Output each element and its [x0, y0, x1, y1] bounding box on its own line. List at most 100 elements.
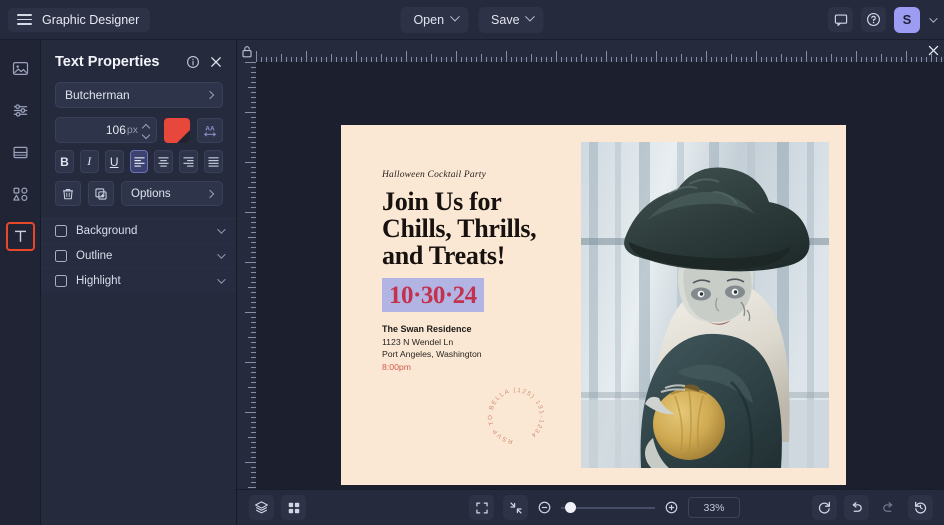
zoom-in-button[interactable]: [664, 500, 679, 515]
redo-button[interactable]: [876, 495, 901, 520]
svg-text:RSVP TO BELLA (125) 131-1234: RSVP TO BELLA (125) 131-1234: [487, 387, 545, 445]
delete-button[interactable]: [55, 181, 81, 206]
font-family-select[interactable]: Butcherman: [55, 82, 223, 108]
chevron-down-icon[interactable]: [217, 275, 226, 284]
letter-spacing-button[interactable]: AA: [197, 117, 223, 143]
ruler-tick: [248, 487, 256, 488]
ruler-tick: [431, 54, 432, 62]
font-size-input[interactable]: 106 px: [55, 117, 157, 143]
font-size-unit: px: [126, 124, 138, 136]
canvas-stage[interactable]: Halloween Cocktail Party Join Us for Chi…: [256, 62, 944, 489]
sidebar-item-text[interactable]: [5, 222, 35, 251]
chevron-down-icon[interactable]: [217, 250, 226, 259]
poster-date: 10·30·24: [389, 282, 477, 310]
align-center-icon: [158, 157, 169, 167]
sidebar-item-shapes[interactable]: [6, 180, 35, 209]
witch-costume-photo: [581, 142, 829, 468]
outline-checkbox[interactable]: [55, 250, 67, 262]
toggle-highlight[interactable]: Highlight: [41, 268, 236, 293]
align-right-button[interactable]: [179, 150, 199, 173]
fit-screen-button[interactable]: [469, 495, 494, 520]
layout-icon: [12, 146, 28, 159]
app-title: Graphic Designer: [42, 12, 140, 27]
chevron-down-icon[interactable]: [929, 13, 938, 23]
ruler-tick: [281, 54, 282, 62]
ruler-tick: [731, 54, 732, 62]
undo-button[interactable]: [844, 495, 869, 520]
close-ruler-button[interactable]: [925, 42, 942, 59]
underline-label: U: [109, 154, 119, 169]
poster-eyebrow[interactable]: Halloween Cocktail Party: [382, 170, 597, 180]
toggle-outline[interactable]: Outline: [41, 243, 236, 268]
chevron-down-icon: [449, 11, 460, 22]
grid-button[interactable]: [281, 495, 306, 520]
chevron-down-icon: [525, 11, 535, 22]
chevron-down-icon[interactable]: [217, 225, 226, 234]
comment-button[interactable]: [828, 7, 853, 32]
ruler-tick: [245, 412, 256, 413]
align-center-button[interactable]: [154, 150, 174, 173]
style-toggles-list: Background Outline Highlight: [41, 218, 236, 293]
layers-button[interactable]: [249, 495, 274, 520]
zoom-out-button[interactable]: [537, 500, 552, 515]
info-button[interactable]: [186, 55, 200, 69]
sidebar-item-layout[interactable]: [6, 138, 35, 167]
bold-button[interactable]: B: [55, 150, 74, 173]
ruler-tick: [456, 51, 457, 62]
ruler-tick: [248, 187, 256, 188]
top-bar-center: Open Save: [400, 6, 544, 33]
panel-title: Text Properties: [55, 54, 160, 70]
poster-photo[interactable]: [581, 142, 829, 468]
open-button[interactable]: Open: [400, 6, 469, 33]
underline-button[interactable]: U: [104, 150, 124, 173]
app-menu-button[interactable]: Graphic Designer: [8, 7, 151, 32]
poster-artboard[interactable]: Halloween Cocktail Party Join Us for Chi…: [341, 125, 846, 485]
align-justify-button[interactable]: [204, 150, 224, 173]
collapse-button[interactable]: [503, 495, 528, 520]
zoom-slider-handle[interactable]: [564, 501, 576, 513]
align-left-button[interactable]: [129, 150, 149, 173]
poster-headline[interactable]: Join Us for Chills, Thrills, and Treats!: [382, 188, 597, 269]
outline-label: Outline: [76, 250, 113, 262]
stepper-down-icon[interactable]: [143, 132, 150, 137]
image-icon: [12, 62, 28, 75]
stepper-up-icon[interactable]: [143, 124, 150, 129]
poster-address-block[interactable]: The Swan Residence 1123 N Wendel Ln Port…: [382, 324, 597, 372]
align-left-icon: [133, 157, 145, 167]
sidebar-item-adjust[interactable]: [6, 96, 35, 125]
font-size-stepper[interactable]: [143, 124, 153, 137]
zoom-level-input[interactable]: 33%: [688, 497, 740, 518]
bottom-bar: 33%: [237, 489, 944, 525]
background-checkbox[interactable]: [55, 225, 67, 237]
duplicate-button[interactable]: [88, 181, 114, 206]
horizontal-ruler[interactable]: [256, 40, 944, 62]
zoom-controls: 33%: [469, 495, 740, 520]
poster-date-selection[interactable]: 10·30·24: [382, 278, 484, 313]
duplicate-icon: [95, 187, 107, 200]
vertical-ruler[interactable]: [237, 62, 256, 489]
save-button[interactable]: Save: [478, 6, 544, 33]
headline-line-2: Chills, Thrills,: [382, 213, 537, 243]
text-color-swatch[interactable]: [164, 117, 190, 143]
options-label: Options: [131, 187, 171, 200]
sidebar-item-image[interactable]: [6, 54, 35, 83]
poster-rsvp-stamp[interactable]: RSVP TO BELLA (125) 131-1234: [485, 385, 547, 447]
italic-button[interactable]: I: [79, 150, 99, 173]
zoom-slider[interactable]: [561, 501, 655, 513]
help-button[interactable]: [861, 7, 886, 32]
close-panel-button[interactable]: [209, 55, 223, 69]
text-t-icon: [14, 230, 26, 242]
avatar[interactable]: S: [894, 6, 920, 33]
ruler-tick: [245, 462, 256, 463]
history-button[interactable]: [908, 495, 933, 520]
grid-icon: [288, 502, 299, 513]
ruler-lock-button[interactable]: [237, 40, 256, 62]
options-button[interactable]: Options: [121, 181, 223, 206]
reset-button[interactable]: [812, 495, 837, 520]
toggle-background[interactable]: Background: [41, 218, 236, 243]
history-icon: [914, 501, 927, 514]
close-icon: [928, 45, 939, 56]
highlight-checkbox[interactable]: [55, 275, 67, 287]
ruler-tick: [906, 51, 907, 62]
canvas-area: Halloween Cocktail Party Join Us for Chi…: [237, 40, 944, 525]
